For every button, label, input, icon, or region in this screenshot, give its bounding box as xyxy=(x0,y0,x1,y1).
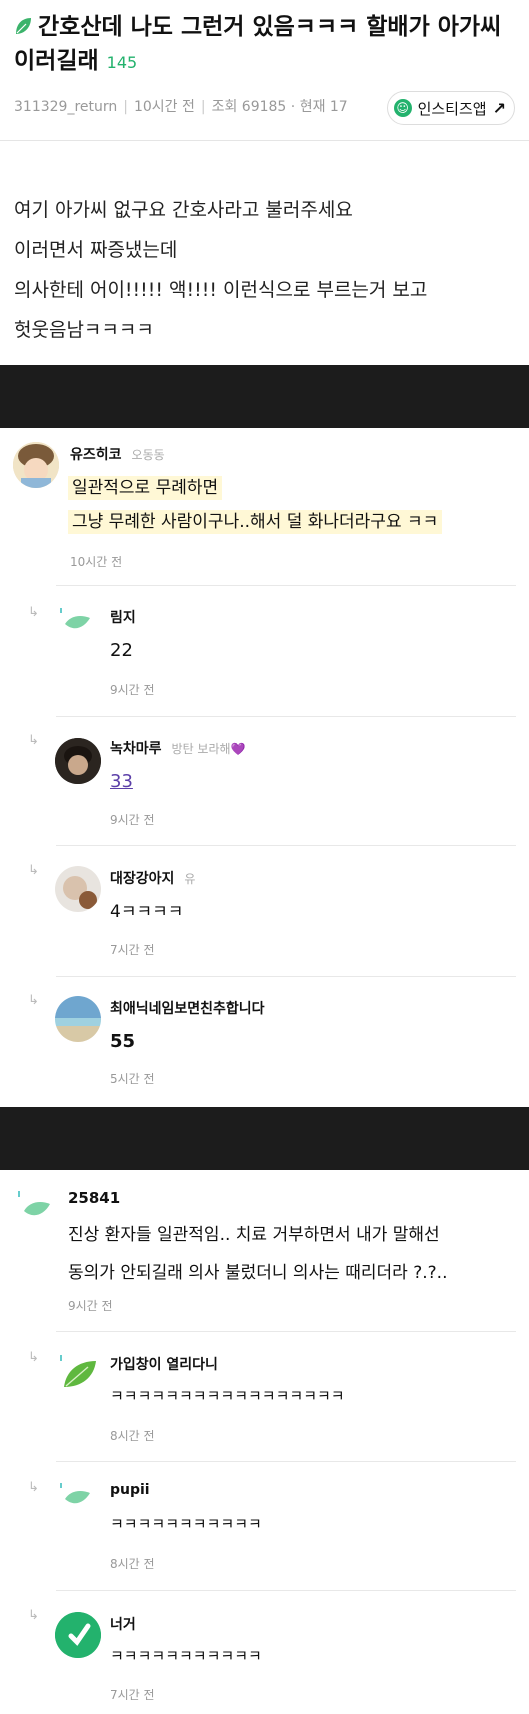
divider xyxy=(56,716,516,717)
reply-time: 8시간 전 xyxy=(110,1557,155,1571)
body-line: 헛웃음남ㅋㅋㅋㅋ xyxy=(14,319,154,341)
reply-arrow-icon: ↳ xyxy=(28,733,39,748)
reply-arrow-icon: ↳ xyxy=(28,993,39,1008)
leaf-avatar-icon xyxy=(60,608,90,629)
avatar[interactable] xyxy=(55,1612,101,1658)
body-line: 이러면서 짜증냈는데 xyxy=(14,239,178,261)
comment-line: 그냥 무례한 사람이구나..해서 덜 화나더라구요 ㅋㅋ xyxy=(68,510,443,534)
avatar-illustration xyxy=(13,442,59,488)
reply-text: 22 xyxy=(110,640,133,661)
reply-text: ㅋㅋㅋㅋㅋㅋㅋㅋㅋㅋㅋㅋㅋㅋㅋㅋㅋ xyxy=(110,1387,345,1405)
avatar[interactable] xyxy=(55,996,101,1042)
comment-count[interactable]: 145 xyxy=(107,53,138,72)
comment-line: 동의가 안되길래 의사 불렀더니 의사는 때리더라 ?.?.. xyxy=(68,1263,448,1283)
avatar-illustration xyxy=(55,866,101,912)
avatar-illustration xyxy=(55,738,101,784)
reply-author[interactable]: 최애닉네임보면친추합니다 xyxy=(110,998,265,1018)
reply-author[interactable]: 너거 xyxy=(110,1614,136,1634)
separator-bar xyxy=(0,365,529,428)
reply-time: 9시간 전 xyxy=(110,683,155,697)
comment-text: 일관적으로 무례하면 그냥 무례한 사람이구나..해서 덜 화나더라구요 ㅋㅋ xyxy=(68,472,443,538)
smile-icon: ☺ xyxy=(393,99,412,117)
instiz-app-button[interactable]: ☺ 인스티즈앱 ↗ xyxy=(386,91,515,125)
comment-line: 일관적으로 무례하면 xyxy=(68,476,223,500)
comment-text: 진상 환자들 일관적임.. 치료 거부하면서 내가 말해선 동의가 안되길래 의… xyxy=(68,1216,447,1292)
post-title-text: 간호산데 나도 그런거 있음ㅋㅋㅋ 할배가 아가씨 이러길래 xyxy=(14,14,502,74)
comment-line: 진상 환자들 일관적임.. 치료 거부하면서 내가 말해선 xyxy=(68,1225,440,1245)
comment-time: 9시간 전 xyxy=(68,1299,113,1313)
leaf-avatar-icon xyxy=(60,1483,90,1504)
reply-time: 5시간 전 xyxy=(110,1072,155,1086)
author-name[interactable]: 311329_return xyxy=(14,99,117,115)
comment-author[interactable]: 유즈히코 오동동 xyxy=(70,444,165,464)
reply-author[interactable]: 림지 xyxy=(110,607,136,627)
divider xyxy=(56,976,516,977)
checkmark-logo-icon xyxy=(55,1612,101,1658)
reply-time: 9시간 전 xyxy=(110,813,155,827)
post-time: 10시간 전 xyxy=(133,99,195,115)
post-header: 간호산데 나도 그런거 있음ㅋㅋㅋ 할배가 아가씨 이러길래 145 311329… xyxy=(0,0,529,141)
reply-time: 8시간 전 xyxy=(110,1429,155,1443)
app-button-label: 인스티즈앱 xyxy=(417,99,487,118)
avatar[interactable] xyxy=(55,738,101,784)
body-line: 여기 아가씨 없구요 간호사라고 불러주세요 xyxy=(14,199,353,221)
reply-author[interactable]: pupii xyxy=(110,1482,150,1498)
view-count: 조회 69185 · 현재 17 xyxy=(211,99,348,115)
reply-time: 7시간 전 xyxy=(110,1688,155,1702)
divider xyxy=(56,1331,516,1332)
avatar-illustration xyxy=(55,996,101,1042)
leaf-avatar-icon xyxy=(60,1355,96,1387)
reply-link-text[interactable]: 33 xyxy=(110,766,133,798)
reply-text: ㅋㅋㅋㅋㅋㅋㅋㅋㅋㅋㅋ xyxy=(110,1647,262,1665)
reply-arrow-icon: ↳ xyxy=(28,1480,39,1495)
reply-author[interactable]: 대장강아지 유 xyxy=(110,868,195,888)
divider xyxy=(56,1590,516,1591)
reply-text: 4ㅋㅋㅋㅋ xyxy=(110,902,184,922)
user-tag: 유 xyxy=(184,872,196,886)
external-link-icon: ↗ xyxy=(492,98,506,118)
post-title: 간호산데 나도 그런거 있음ㅋㅋㅋ 할배가 아가씨 이러길래 145 xyxy=(14,10,514,80)
post-meta: 311329_return | 10시간 전 | 조회 69185 · 현재 17 xyxy=(14,99,348,115)
leaf-avatar-icon xyxy=(18,1191,50,1216)
comment-author[interactable]: 25841 xyxy=(68,1189,120,1207)
reply-author[interactable]: 녹차마루 방탄 보라해💜 xyxy=(110,738,246,758)
post-body: 여기 아가씨 없구요 간호사라고 불러주세요 이러면서 짜증냈는데 의사한테 어… xyxy=(14,190,427,350)
comment-time: 10시간 전 xyxy=(70,555,123,569)
reply-text: ㅋㅋㅋㅋㅋㅋㅋㅋㅋㅋㅋ xyxy=(110,1515,262,1533)
reply-time: 7시간 전 xyxy=(110,943,155,957)
user-tag: 오동동 xyxy=(131,448,165,462)
reply-arrow-icon: ↳ xyxy=(28,1350,39,1365)
avatar[interactable] xyxy=(13,442,59,488)
reply-arrow-icon: ↳ xyxy=(28,863,39,878)
divider xyxy=(56,585,516,586)
divider xyxy=(56,1461,516,1462)
leaf-icon xyxy=(16,18,31,34)
reply-author[interactable]: 가입창이 열리다니 xyxy=(110,1354,218,1374)
separator-bar xyxy=(0,1107,529,1170)
body-line: 의사한테 어이!!!!! 액!!!! 이런식으로 부르는거 보고 xyxy=(14,279,428,301)
reply-arrow-icon: ↳ xyxy=(28,1608,39,1623)
divider xyxy=(56,845,516,846)
reply-arrow-icon: ↳ xyxy=(28,605,39,620)
reply-text: 55 xyxy=(110,1031,136,1052)
avatar[interactable] xyxy=(55,866,101,912)
user-tag: 방탄 보라해💜 xyxy=(171,742,246,756)
